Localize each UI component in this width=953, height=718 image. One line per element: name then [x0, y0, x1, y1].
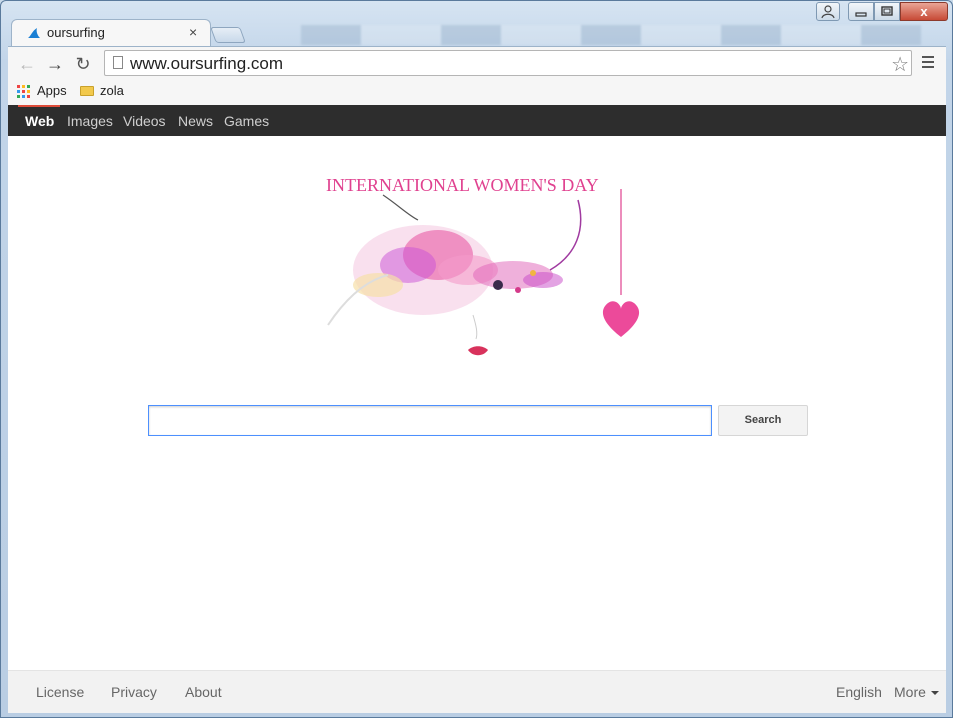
- footer-language[interactable]: English: [836, 684, 882, 700]
- nav-news[interactable]: News: [178, 113, 213, 129]
- restore-icon: [881, 6, 893, 16]
- reload-icon[interactable]: ↻: [72, 53, 94, 75]
- maximize-button[interactable]: [874, 2, 900, 21]
- nav-games[interactable]: Games: [224, 113, 269, 129]
- browser-toolbar: ← → ↻ www.oursurfing.com ☆: [8, 46, 946, 81]
- close-window-button[interactable]: x: [900, 2, 948, 21]
- folder-icon: [80, 86, 94, 96]
- footer-privacy[interactable]: Privacy: [111, 684, 157, 700]
- profile-button[interactable]: [816, 2, 840, 21]
- tab-strip: oursurfing × x: [1, 1, 952, 47]
- search-input[interactable]: [148, 405, 712, 436]
- bookmark-apps[interactable]: Apps: [37, 83, 67, 98]
- new-tab-button[interactable]: [210, 27, 246, 43]
- nav-images[interactable]: Images: [67, 113, 113, 129]
- more-label: More: [894, 684, 926, 700]
- doodle-title: INTERNATIONAL WOMEN'S DAY: [326, 175, 599, 195]
- nav-web[interactable]: Web: [25, 113, 54, 129]
- page-icon: [113, 56, 123, 69]
- url-text: www.oursurfing.com: [130, 54, 284, 73]
- bookmark-star-icon[interactable]: ☆: [891, 52, 909, 77]
- search-button[interactable]: Search: [718, 405, 808, 436]
- forward-arrow-icon[interactable]: →: [44, 53, 66, 75]
- bookmarks-bar: Apps zola: [8, 80, 946, 105]
- tab-oursurfing[interactable]: oursurfing ×: [11, 19, 211, 47]
- page-content: Web Images Videos News Games INTERNATION…: [8, 105, 946, 713]
- footer-license[interactable]: License: [36, 684, 84, 700]
- bookmark-zola[interactable]: zola: [100, 83, 124, 98]
- back-arrow-icon[interactable]: ←: [16, 53, 38, 75]
- nav-videos[interactable]: Videos: [123, 113, 166, 129]
- user-icon: [821, 5, 835, 19]
- tab-title: oursurfing: [47, 25, 105, 40]
- minimize-button[interactable]: [848, 2, 874, 21]
- footer-about[interactable]: About: [185, 684, 222, 700]
- active-nav-indicator: [18, 105, 60, 107]
- minimize-icon: [855, 12, 867, 17]
- address-bar[interactable]: www.oursurfing.com ☆: [104, 50, 912, 76]
- shark-fin-icon: [28, 28, 40, 38]
- hamburger-menu-icon[interactable]: [922, 56, 934, 71]
- apps-grid-icon: [17, 85, 31, 99]
- tab-close-icon[interactable]: ×: [189, 24, 197, 40]
- close-icon: x: [920, 4, 928, 19]
- caret-down-icon: [930, 691, 939, 696]
- browser-window: oursurfing × x ← → ↻ www.oursurfing.com …: [0, 0, 953, 718]
- womens-day-doodle[interactable]: INTERNATIONAL WOMEN'S DAY: [318, 175, 648, 370]
- site-navbar: Web Images Videos News Games: [8, 105, 946, 136]
- footer-more[interactable]: More: [894, 684, 939, 700]
- background-windows: [301, 25, 921, 45]
- page-footer: License Privacy About English More: [8, 670, 946, 713]
